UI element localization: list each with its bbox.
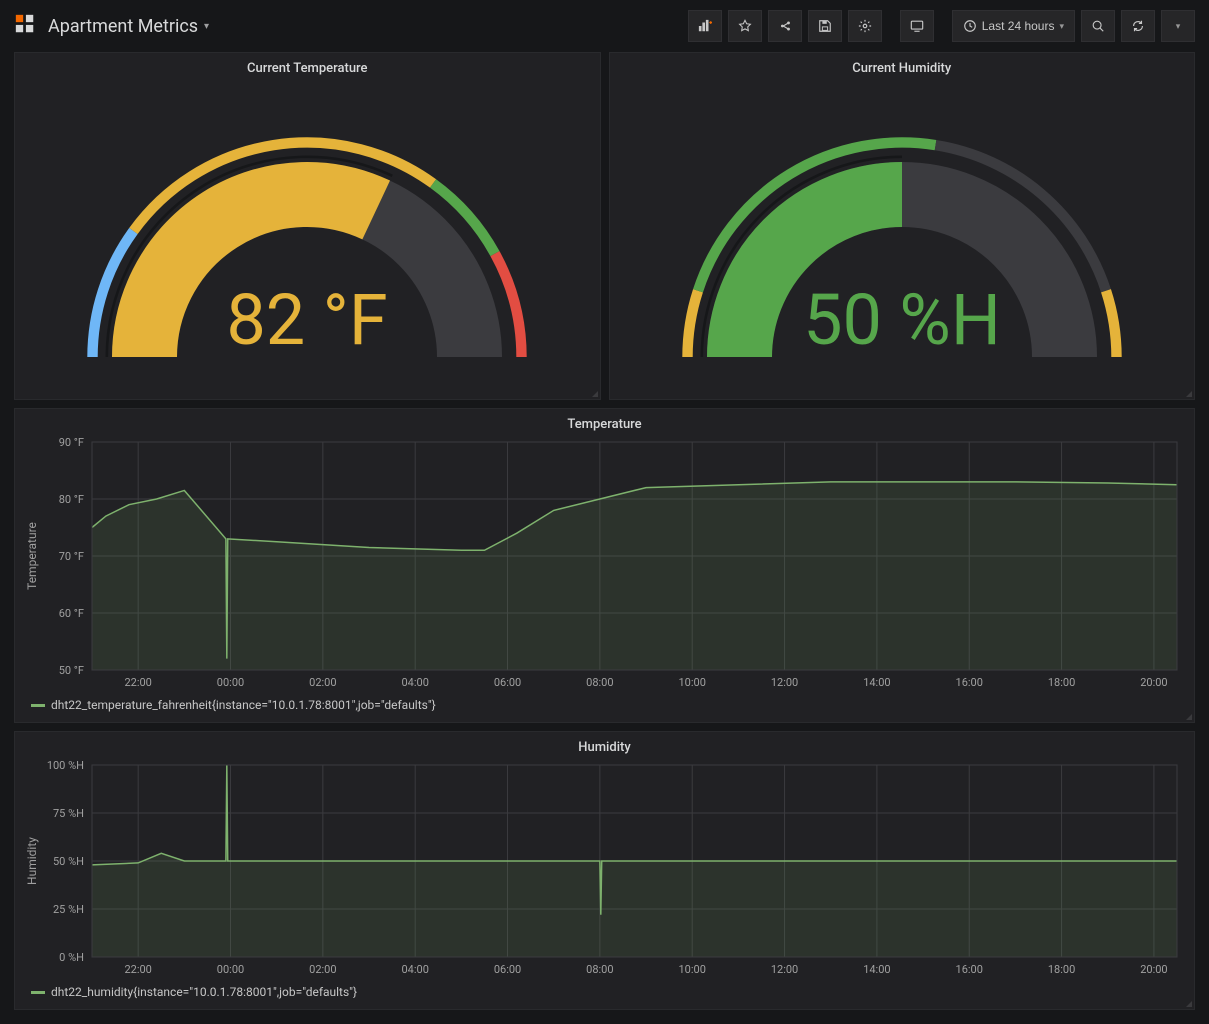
- refresh-dropdown-button[interactable]: ▾: [1161, 10, 1195, 42]
- panel-title: Temperature: [15, 409, 1194, 436]
- resize-handle-icon[interactable]: [590, 389, 598, 397]
- panel-title: Humidity: [15, 732, 1194, 759]
- legend-swatch: [31, 991, 45, 994]
- svg-text:04:00: 04:00: [401, 676, 428, 689]
- caret-down-icon: ▾: [1176, 21, 1181, 32]
- svg-text:50 °F: 50 °F: [59, 664, 84, 677]
- gauge-humidity: 50 %H: [610, 80, 1195, 399]
- humidity-line-chart: 0 %H 25 %H 50 %H 75 %H 100 %H 22:00 00:00 02:00…: [22, 759, 1187, 979]
- topbar: Apartment Metrics ▾ Last 24 hours ▾ ▾: [0, 0, 1209, 52]
- svg-text:22:00: 22:00: [124, 963, 151, 976]
- svg-text:16:00: 16:00: [956, 676, 983, 689]
- svg-text:06:00: 06:00: [494, 963, 521, 976]
- caret-down-icon: ▾: [1059, 21, 1064, 32]
- panel-title: Current Temperature: [15, 53, 600, 80]
- panel-title: Current Humidity: [610, 53, 1195, 80]
- svg-text:50 %H: 50 %H: [803, 280, 1001, 362]
- resize-handle-icon[interactable]: [1184, 389, 1192, 397]
- caret-down-icon: ▾: [204, 21, 209, 32]
- panel-current-humidity[interactable]: Current Humidity 50 %H: [609, 52, 1196, 400]
- dashboard-title[interactable]: Apartment Metrics ▾: [48, 16, 209, 37]
- panel-humidity-chart[interactable]: Humidity 0 %H25 %H50 %H75 %H100 %H22:000…: [14, 731, 1195, 1010]
- svg-text:50 %H: 50 %H: [53, 855, 84, 868]
- svg-text:0 %H: 0 %H: [59, 951, 84, 964]
- resize-handle-icon[interactable]: [1184, 999, 1192, 1007]
- svg-text:00:00: 00:00: [217, 963, 244, 976]
- svg-text:08:00: 08:00: [586, 676, 613, 689]
- svg-text:Humidity: Humidity: [25, 837, 39, 885]
- svg-text:02:00: 02:00: [309, 676, 336, 689]
- svg-text:12:00: 12:00: [771, 676, 798, 689]
- svg-text:20:00: 20:00: [1140, 963, 1167, 976]
- time-range-button[interactable]: Last 24 hours ▾: [952, 10, 1075, 42]
- panel-temperature-chart[interactable]: Temperature 50 °F 60 °F 70 °F 80 °F 90 °F 22:…: [14, 408, 1195, 723]
- temperature-line-chart: 50 °F 60 °F 70 °F 80 °F 90 °F 22:00 00:00 02:00…: [22, 436, 1187, 692]
- svg-text:20:00: 20:00: [1140, 676, 1167, 689]
- share-button[interactable]: [768, 10, 802, 42]
- svg-text:04:00: 04:00: [401, 963, 428, 976]
- svg-text:00:00: 00:00: [217, 676, 244, 689]
- svg-text:14:00: 14:00: [863, 963, 890, 976]
- svg-text:02:00: 02:00: [309, 963, 336, 976]
- svg-text:Temperature: Temperature: [25, 522, 39, 590]
- svg-text:60 °F: 60 °F: [59, 607, 84, 620]
- zoom-out-button[interactable]: [1081, 10, 1115, 42]
- svg-text:14:00: 14:00: [863, 676, 890, 689]
- legend-label[interactable]: dht22_temperature_fahrenheit{instance="1…: [51, 698, 436, 712]
- refresh-button[interactable]: [1121, 10, 1155, 42]
- svg-text:06:00: 06:00: [494, 676, 521, 689]
- settings-button[interactable]: [848, 10, 882, 42]
- svg-text:82 °F: 82 °F: [227, 280, 388, 362]
- svg-text:12:00: 12:00: [771, 963, 798, 976]
- star-button[interactable]: [728, 10, 762, 42]
- legend-swatch: [31, 704, 45, 707]
- add-panel-button[interactable]: [688, 10, 722, 42]
- svg-text:70 °F: 70 °F: [59, 550, 84, 563]
- svg-text:100 %H: 100 %H: [47, 759, 84, 772]
- svg-text:10:00: 10:00: [679, 676, 706, 689]
- svg-text:75 %H: 75 %H: [53, 807, 84, 820]
- save-button[interactable]: [808, 10, 842, 42]
- gauge-temperature: 82 °F: [15, 80, 600, 399]
- svg-text:18:00: 18:00: [1048, 676, 1075, 689]
- svg-text:90 °F: 90 °F: [59, 436, 84, 449]
- svg-text:22:00: 22:00: [124, 676, 151, 689]
- time-range-label: Last 24 hours: [982, 19, 1055, 33]
- svg-text:10:00: 10:00: [679, 963, 706, 976]
- dashboards-icon[interactable]: [14, 13, 36, 39]
- svg-text:25 %H: 25 %H: [53, 903, 84, 916]
- svg-text:18:00: 18:00: [1048, 963, 1075, 976]
- svg-text:80 °F: 80 °F: [59, 493, 84, 506]
- svg-text:16:00: 16:00: [956, 963, 983, 976]
- tv-button[interactable]: [900, 10, 934, 42]
- svg-text:08:00: 08:00: [586, 963, 613, 976]
- legend-label[interactable]: dht22_humidity{instance="10.0.1.78:8001"…: [51, 985, 357, 999]
- resize-handle-icon[interactable]: [1184, 712, 1192, 720]
- dashboard-title-text: Apartment Metrics: [48, 16, 198, 37]
- panel-current-temperature[interactable]: Current Temperature 82 °F: [14, 52, 601, 400]
